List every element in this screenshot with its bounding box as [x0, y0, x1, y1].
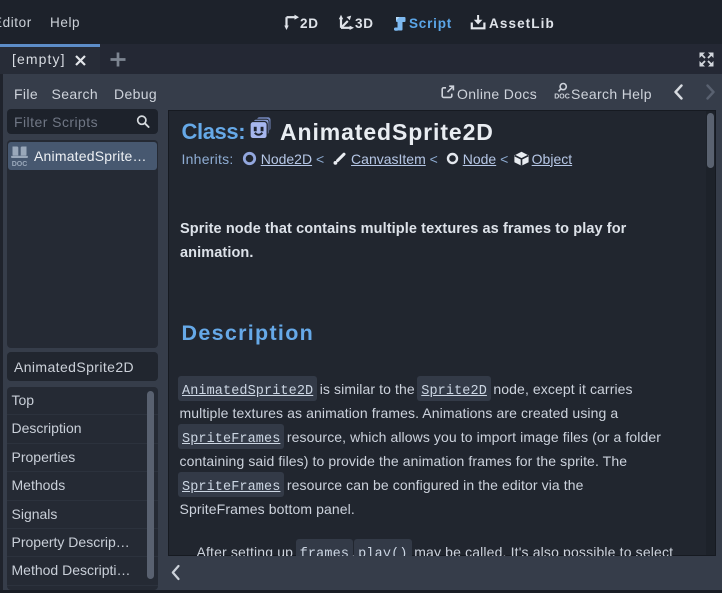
svg-text:DOC: DOC	[12, 161, 28, 167]
svg-text:DOC: DOC	[554, 94, 570, 101]
